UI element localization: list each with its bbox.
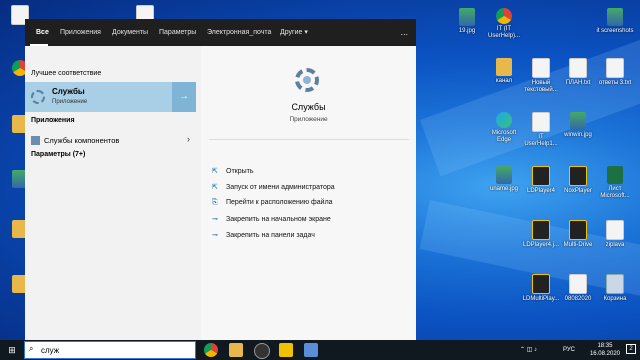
best-match-name: Службы xyxy=(52,87,85,96)
desktop-icon[interactable]: Multi-Drive xyxy=(558,220,598,249)
result-details: Службы Приложение ⇱ Открыть ⇱ Запуск от им… xyxy=(201,46,416,340)
more-options-icon[interactable]: ... xyxy=(400,19,408,46)
desktop-icon[interactable]: Microsoft Edge xyxy=(484,112,524,144)
pin-icon: ⊸ xyxy=(212,216,218,223)
language-indicator[interactable]: РУС xyxy=(563,340,575,360)
settings-results-heading[interactable]: Параметры (7+) xyxy=(31,151,85,158)
wallpaper-beam xyxy=(420,31,640,177)
windows-icon: ⊞ xyxy=(8,345,16,355)
tab-documents[interactable]: Документы xyxy=(112,19,148,46)
taskbar-search-box[interactable]: ⌕ xyxy=(24,341,196,359)
app-item-label: Службы компонентов xyxy=(44,136,120,145)
open-arrow-button[interactable]: → xyxy=(172,82,196,112)
desktop-icon[interactable]: 08082020 xyxy=(558,274,598,303)
tab-all[interactable]: Все xyxy=(36,19,49,46)
notification-icon[interactable]: 2 xyxy=(626,344,636,354)
desktop-icon[interactable]: ПЛАН.txt xyxy=(558,58,598,87)
desktop-icon[interactable]: LDMultiPlay... xyxy=(521,274,561,303)
action-run-as-admin[interactable]: ⇱ Запуск от имени администратора xyxy=(212,183,335,195)
tab-settings[interactable]: Параметры xyxy=(159,19,196,46)
desktop-icon[interactable]: LDPlayer4.j... xyxy=(521,220,561,249)
best-match-item[interactable]: Службы Приложение → xyxy=(25,82,196,112)
clock[interactable]: 18:35 16.08.2020 xyxy=(590,342,620,358)
chevron-right-icon[interactable]: › xyxy=(187,134,190,144)
component-services-icon xyxy=(31,136,40,145)
search-input[interactable] xyxy=(41,344,191,356)
action-pin-to-taskbar-label: Закрепить на панели задач xyxy=(226,232,315,239)
tab-more[interactable]: Другие ▾ xyxy=(280,19,308,46)
taskbar: ⊞ ⌕ ⌃ ◫ ♪ РУС 18:35 16.08.2020 2 xyxy=(0,340,640,360)
chrome-icon[interactable] xyxy=(204,343,218,357)
apps-heading: Приложения xyxy=(31,117,75,124)
action-run-as-admin-label: Запуск от имени администратора xyxy=(226,184,335,191)
details-subtitle: Приложение xyxy=(289,116,328,123)
desktop-icon[interactable]: Лист Microsoft... xyxy=(595,166,635,200)
app-item-component-services[interactable]: Службы компонентов › xyxy=(25,133,196,149)
divider xyxy=(209,139,409,140)
action-open-label: Открыть xyxy=(226,168,254,175)
tray-icons[interactable]: ⌃ ◫ ♪ xyxy=(520,340,537,360)
file-explorer-icon[interactable] xyxy=(229,343,243,357)
action-open-file-location-label: Перейти к расположению файла xyxy=(226,199,333,206)
pin-icon: ⊸ xyxy=(212,232,218,239)
ldplayer-icon[interactable] xyxy=(279,343,293,357)
desktop-icon[interactable]: канал xyxy=(484,58,524,85)
start-search-panel: Все Приложения Документы Параметры Элект… xyxy=(25,19,416,340)
action-pin-to-taskbar[interactable]: ⊸ Закрепить на панели задач xyxy=(212,231,315,243)
desktop-icon[interactable]: 19.jpg xyxy=(447,8,487,35)
open-icon: ⇱ xyxy=(212,168,218,175)
services-icon xyxy=(31,90,45,104)
desktop-icon[interactable]: winwin.jpg xyxy=(558,112,598,139)
action-open[interactable]: ⇱ Открыть xyxy=(212,167,254,179)
folder-icon: ⎘ xyxy=(212,199,218,206)
action-pin-to-start[interactable]: ⊸ Закрепить на начальном экране xyxy=(212,215,331,227)
clock-date: 16.08.2020 xyxy=(589,351,620,357)
desktop-icon[interactable]: IT UserHelp1... xyxy=(521,112,561,148)
desktop-icon[interactable]: IT (IT UserHelp)... xyxy=(484,8,524,40)
best-match-heading: Лучшее соответствие xyxy=(31,70,102,77)
tab-apps[interactable]: Приложения xyxy=(60,19,101,46)
services-large-icon xyxy=(295,68,319,92)
action-open-file-location[interactable]: ⎘ Перейти к расположению файла xyxy=(212,199,333,211)
shield-icon: ⇱ xyxy=(212,184,218,191)
taskbar-app-icon[interactable] xyxy=(254,343,270,359)
clock-time: 18:35 xyxy=(597,343,613,349)
tab-more-label: Другие xyxy=(280,29,303,36)
search-tabs: Все Приложения Документы Параметры Элект… xyxy=(25,19,416,46)
desktop-icon[interactable]: Корзина xyxy=(595,274,635,303)
desktop-icon[interactable]: ответы 3.txt xyxy=(595,58,635,87)
arrow-right-icon: → xyxy=(179,91,189,102)
desktop-icon[interactable]: uname.jpg xyxy=(484,166,524,193)
desktop-icon[interactable]: NoxPlayer xyxy=(558,166,598,195)
chevron-down-icon: ▾ xyxy=(304,29,308,36)
start-button[interactable]: ⊞ xyxy=(0,340,24,360)
details-title: Службы xyxy=(291,102,326,112)
tab-email[interactable]: Электронная_почта xyxy=(207,19,271,46)
best-match-type: Приложение xyxy=(52,99,88,105)
results-list: Лучшее соответствие Службы Приложение → … xyxy=(25,46,199,340)
desktop-icon[interactable]: Новый текстовый... xyxy=(521,58,561,94)
search-icon: ⌕ xyxy=(29,344,34,353)
taskbar-app-icon[interactable] xyxy=(304,343,318,357)
desktop-icon[interactable]: LDPlayer4 xyxy=(521,166,561,195)
desktop-icon[interactable]: ziplava xyxy=(595,220,635,249)
desktop-icon[interactable]: it screenshots xyxy=(595,8,635,35)
action-pin-to-start-label: Закрепить на начальном экране xyxy=(226,216,331,223)
